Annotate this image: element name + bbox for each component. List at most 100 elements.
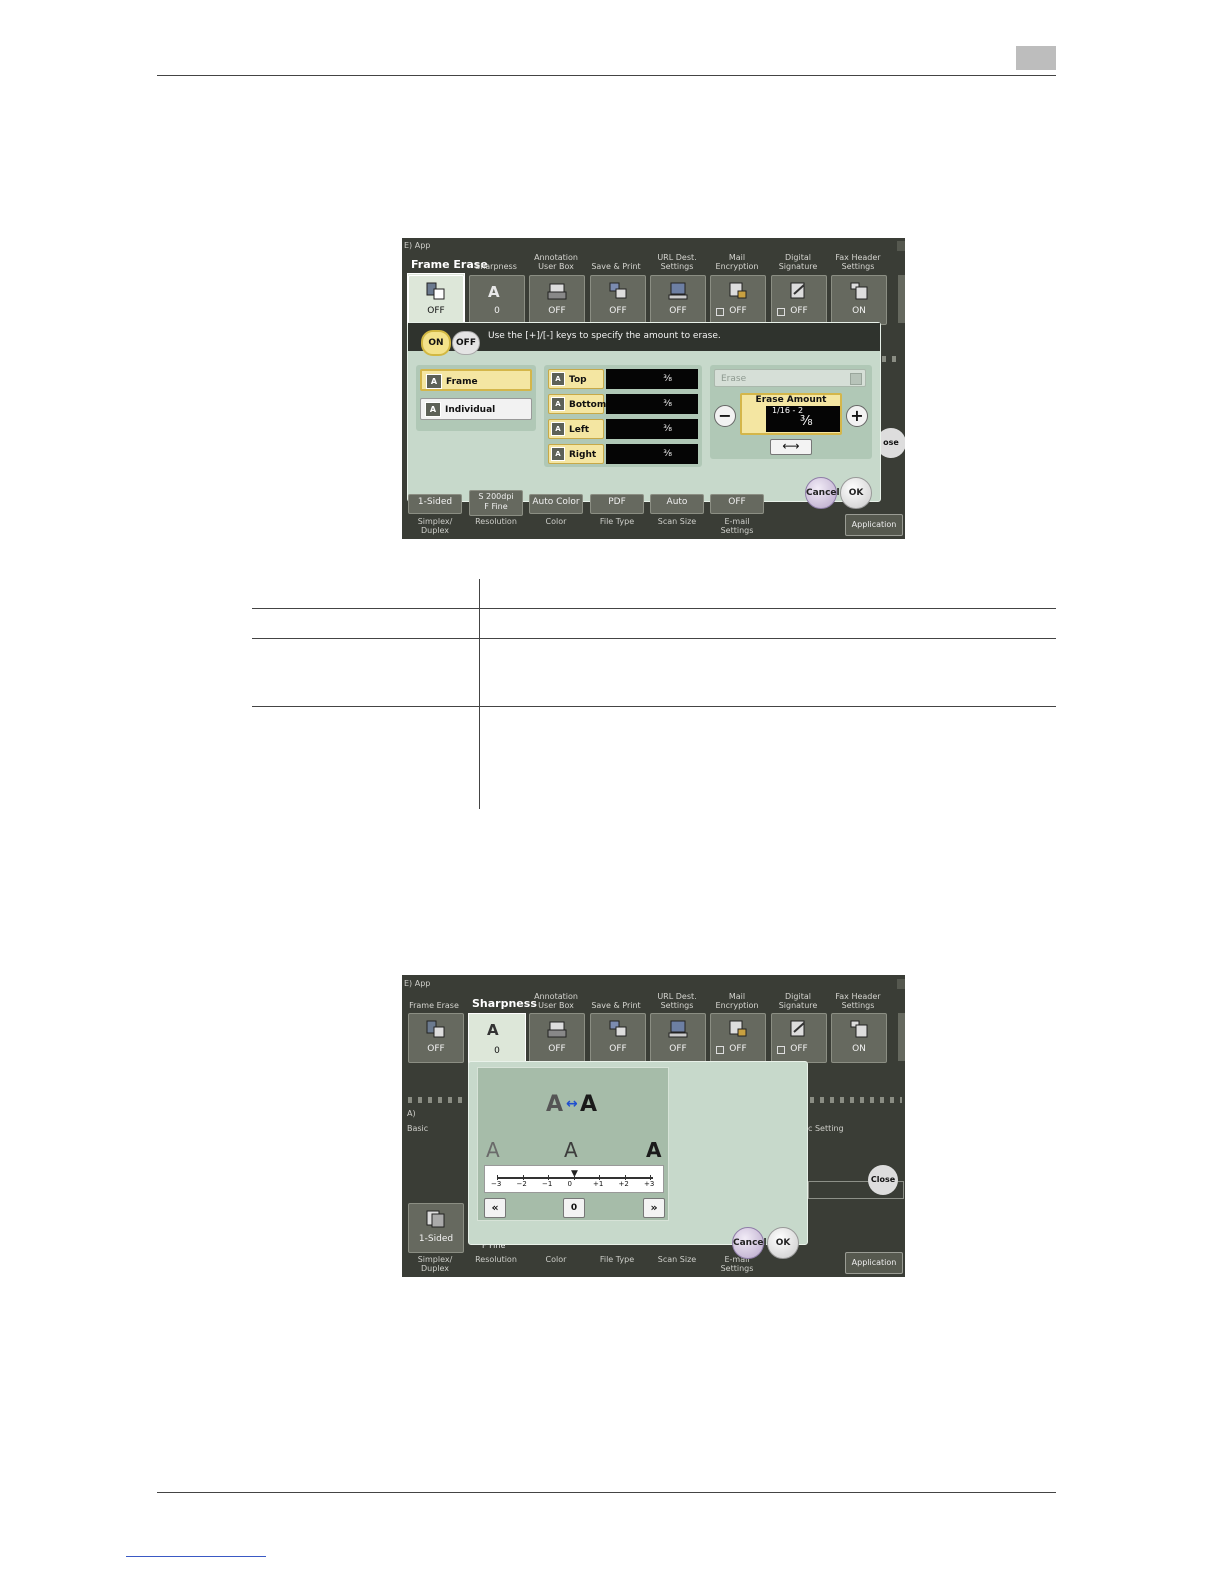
side-left-button[interactable]: A Left (548, 419, 604, 439)
sharpness-scale[interactable]: ▼ −3 −2 −1 0 +1 +2 +3 (484, 1165, 664, 1193)
tab-label-fax-header: Fax Header Settings (835, 992, 881, 1010)
scan-size-label: Scan Size (657, 517, 697, 526)
tab-label-mail-encryption: Mail Encryption (715, 253, 759, 271)
tab-label-url-dest: URL Dest. Settings (657, 253, 697, 271)
mail-encryption-tile[interactable]: OFF (710, 275, 766, 325)
plus-button[interactable]: + (846, 405, 868, 427)
frame-option-label: Frame (446, 377, 478, 387)
minus-button[interactable]: − (714, 405, 736, 427)
sharpness-screenshot: E) App Frame Erase Sharpness Annotation … (402, 975, 905, 1277)
side-icon: A (551, 422, 565, 436)
scale-tick-mark (624, 1175, 626, 1180)
annotation-tile[interactable]: OFF (529, 1013, 585, 1063)
value-button[interactable]: 0 (563, 1198, 585, 1218)
scale-tick-mark (522, 1175, 524, 1180)
annotation-value: OFF (548, 306, 566, 316)
save-print-tile[interactable]: OFF (590, 1013, 646, 1063)
increase-button[interactable]: » (643, 1198, 665, 1218)
next-tile-edge (898, 275, 905, 323)
footer-rule (157, 1492, 1056, 1493)
email-settings-tile[interactable]: OFF (710, 494, 764, 514)
simplex-duplex-label: Simplex/ Duplex (417, 1255, 453, 1273)
sharpness-icon: A (487, 1021, 499, 1038)
ok-button[interactable]: OK (840, 477, 872, 509)
background-strip (408, 1097, 468, 1103)
mail-encryption-tile[interactable]: OFF (710, 1013, 766, 1063)
fax-header-icon (850, 1020, 868, 1038)
url-dest-tile[interactable]: OFF (650, 275, 706, 325)
tab-label-annotation: Annotation User Box (534, 253, 578, 271)
simplex-duplex-tile[interactable]: 1-Sided (408, 1203, 464, 1253)
digital-signature-tile[interactable]: OFF (771, 1013, 827, 1063)
annotation-tile[interactable]: OFF (529, 275, 585, 325)
frame-option-icon: A (426, 374, 442, 389)
frame-erase-icon (426, 1020, 445, 1038)
sharpness-panel: A ↔ A A A A ▼ −3 −2 −1 0 +1 +2 +3 « 0 » (468, 1061, 808, 1245)
next-tab-edge[interactable] (897, 979, 905, 989)
section-a-label: A) (407, 1109, 416, 1118)
side-bottom-label: Bottom (569, 400, 607, 410)
side-right-button[interactable]: A Right (548, 444, 604, 464)
sharpness-tile[interactable]: A 0 (469, 275, 525, 325)
erase-select[interactable]: Erase (714, 369, 866, 387)
on-toggle[interactable]: ON (421, 330, 451, 356)
sample-sharp-a: A (646, 1138, 662, 1162)
scale-tick-label: −1 (542, 1180, 553, 1188)
color-label: Color (545, 517, 567, 526)
setting-label-partial: c Setting (808, 1124, 844, 1133)
frame-option[interactable]: A Frame (420, 369, 532, 391)
color-tile[interactable]: Auto Color (529, 494, 583, 514)
digital-signature-tile[interactable]: OFF (771, 275, 827, 325)
side-icon: A (551, 372, 565, 386)
next-tab-edge[interactable] (897, 241, 905, 251)
file-type-label: File Type (599, 517, 635, 526)
individual-option[interactable]: A Individual (420, 398, 532, 420)
side-top-button[interactable]: A Top (548, 369, 604, 389)
scan-size-tile[interactable]: Auto (650, 494, 704, 514)
save-print-value: OFF (609, 306, 627, 316)
sharpness-adjust-area: A ↔ A A A A ▼ −3 −2 −1 0 +1 +2 +3 « 0 » (477, 1067, 669, 1221)
basic-label: Basic (407, 1124, 429, 1133)
file-type-tile[interactable]: PDF (590, 494, 644, 514)
cancel-button[interactable]: Cancel (805, 477, 840, 509)
application-button[interactable]: Application (845, 1252, 903, 1274)
tab-label-digital-signature: Digital Signature (778, 992, 818, 1010)
save-print-tile[interactable]: OFF (590, 275, 646, 325)
side-icon: A (551, 397, 565, 411)
resolution-tile[interactable]: S 200dpi F Fine (469, 490, 523, 516)
erase-amount-title: Erase Amount (755, 395, 827, 405)
fax-header-tile[interactable]: ON (831, 275, 887, 325)
swap-arrow-button[interactable]: ⟷ (770, 439, 812, 455)
decrease-button[interactable]: « (484, 1198, 506, 1218)
ok-button[interactable]: OK (767, 1227, 799, 1259)
tab-label-save-print: Save & Print (591, 1001, 641, 1010)
svg-text:A: A (487, 1021, 499, 1038)
frame-erase-tile[interactable]: OFF (408, 1013, 464, 1063)
table-column-divider (479, 579, 480, 809)
save-print-value: OFF (609, 1044, 627, 1054)
url-dest-icon (668, 1020, 688, 1038)
app-tab-label: E) App (404, 241, 431, 250)
resolution-label: Resolution (475, 1255, 517, 1264)
scan-size-label: Scan Size (657, 1255, 697, 1264)
url-dest-tile[interactable]: OFF (650, 1013, 706, 1063)
side-right-value: ⅜ (606, 444, 698, 464)
erase-amount-range: 1/16 - 2 (772, 406, 804, 415)
cancel-button[interactable]: Cancel (732, 1227, 767, 1259)
erase-amount-box: Erase Amount 1/16 - 2 ⅜ (740, 393, 842, 435)
application-button[interactable]: Application (845, 514, 903, 536)
side-bottom-button[interactable]: A Bottom (548, 394, 607, 414)
fax-header-tile[interactable]: ON (831, 1013, 887, 1063)
frame-erase-tile[interactable]: OFF (408, 275, 464, 325)
page-number-box (1016, 46, 1056, 70)
scale-tick-mark (548, 1175, 549, 1180)
close-button[interactable]: Close (868, 1165, 898, 1195)
scale-tick-mark (497, 1175, 498, 1180)
sides-group: A Top ⅜ A Bottom ⅜ A Left ⅜ A Right ⅜ (544, 365, 702, 467)
off-toggle[interactable]: OFF (452, 331, 480, 355)
digital-signature-icon (790, 1020, 805, 1037)
tab-label-annotation: Annotation User Box (534, 992, 578, 1010)
simplex-duplex-tile[interactable]: 1-Sided (408, 494, 462, 514)
annotation-icon (547, 1021, 567, 1038)
frame-erase-icon (426, 282, 445, 300)
